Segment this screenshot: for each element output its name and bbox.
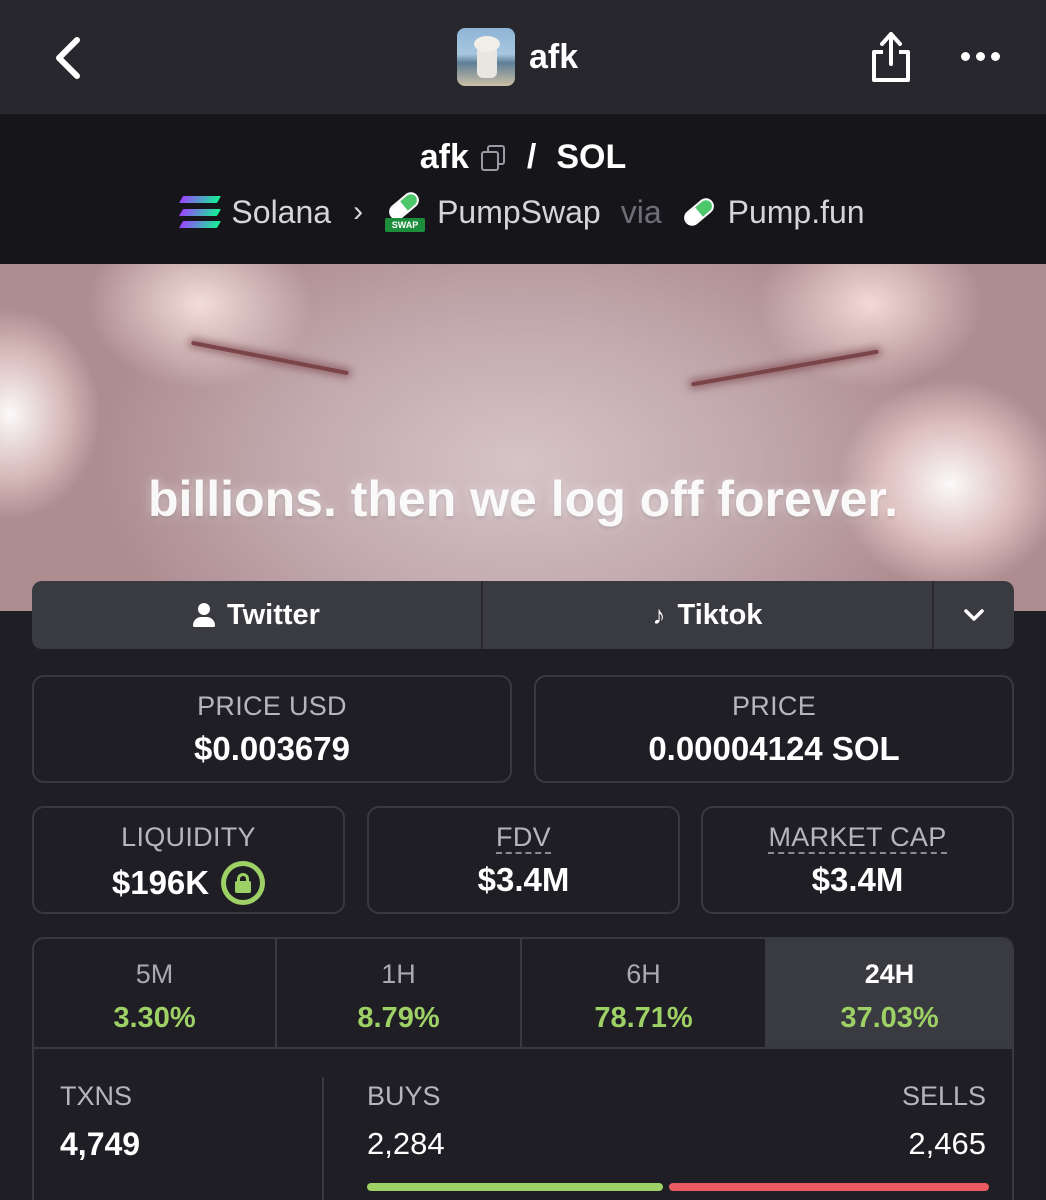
- market-cap-value: $3.4M: [811, 861, 904, 898]
- period-tabs: 5M 3.30% 1H 8.79% 6H 78.71% 24H 37.03%: [34, 939, 1012, 1049]
- more-options-button[interactable]: [952, 36, 1008, 76]
- period-label: 24H: [864, 959, 915, 989]
- price-usd-card: PRICE USD $0.003679: [32, 675, 512, 783]
- period-label: 1H: [381, 959, 416, 989]
- period-change: 78.71%: [594, 1002, 693, 1034]
- liquidity-value: $196K: [111, 864, 210, 901]
- tiktok-button[interactable]: ♪ Tiktok: [483, 581, 934, 649]
- period-change: 3.30%: [113, 1002, 196, 1034]
- base-token: afk: [419, 138, 469, 176]
- twitter-button[interactable]: Twitter: [32, 581, 483, 649]
- pair-separator: /: [526, 138, 537, 176]
- token-avatar: [457, 28, 515, 86]
- twitter-label: Twitter: [227, 598, 320, 631]
- price-usd-label: PRICE USD: [197, 691, 347, 721]
- share-button[interactable]: [866, 28, 916, 86]
- liquidity-card: LIQUIDITY $196K: [32, 806, 345, 914]
- period-stats-panel: 5M 3.30% 1H 8.79% 6H 78.71% 24H 37.03% T…: [32, 937, 1014, 1200]
- banner-caption: billions. then we log off forever.: [147, 471, 899, 527]
- person-icon: [193, 603, 216, 627]
- top-nav-bar: afk: [0, 0, 1046, 114]
- buys-label: BUYS: [367, 1081, 441, 1111]
- period-label: 6H: [626, 959, 661, 989]
- copy-icon[interactable]: [480, 144, 507, 171]
- chevron-down-icon: [964, 609, 984, 621]
- fdv-value: $3.4M: [477, 861, 570, 898]
- period-change: 37.03%: [840, 1002, 939, 1034]
- token-banner-image: billions. then we log off forever.: [0, 264, 1046, 611]
- lock-icon[interactable]: [221, 861, 266, 905]
- solana-icon: [179, 196, 222, 228]
- market-cap-label[interactable]: MARKET CAP: [768, 822, 947, 854]
- pair-header: [0, 114, 1046, 264]
- share-icon: [872, 32, 910, 82]
- period-change: 8.79%: [357, 1002, 440, 1034]
- more-links-button[interactable]: [934, 581, 1014, 649]
- divider: [322, 1077, 324, 1200]
- liquidity-label: LIQUIDITY: [121, 822, 256, 852]
- chain-link[interactable]: Solana: [231, 194, 331, 231]
- tiktok-label: Tiktok: [677, 598, 763, 631]
- transactions-section: TXNS 4,749 BUYS 2,284 SELLS 2,465: [34, 1049, 1012, 1200]
- tiktok-icon: ♪: [652, 599, 666, 630]
- tab-5m[interactable]: 5M 3.30%: [34, 939, 277, 1047]
- token-title[interactable]: afk: [457, 28, 578, 86]
- pair-name: afk / SOL: [0, 138, 1046, 177]
- period-label: 5M: [135, 959, 174, 989]
- chevron-left-icon: [56, 37, 80, 79]
- quote-token: SOL: [556, 138, 627, 176]
- pumpswap-icon: SWAP: [385, 188, 426, 232]
- chevron-right-icon: ›: [353, 195, 364, 228]
- fdv-label[interactable]: FDV: [496, 822, 551, 854]
- buys-value: 2,284: [367, 1126, 445, 1161]
- sells-value: 2,465: [908, 1126, 986, 1161]
- txns-value: 4,749: [60, 1126, 141, 1162]
- buy-ratio-fill: [367, 1183, 663, 1191]
- market-cap-card: MARKET CAP $3.4M: [701, 806, 1014, 914]
- pill-icon: [680, 194, 717, 230]
- fdv-card: FDV $3.4M: [367, 806, 680, 914]
- back-button[interactable]: [40, 30, 96, 86]
- more-horizontal-icon: [960, 51, 970, 61]
- via-label: via: [620, 193, 662, 230]
- sells-label: SELLS: [901, 1081, 986, 1111]
- txns-label: TXNS: [60, 1081, 133, 1111]
- tab-24h[interactable]: 24H 37.03%: [767, 939, 1012, 1047]
- price-label: PRICE: [731, 691, 817, 721]
- dex-link[interactable]: PumpSwap: [437, 194, 601, 231]
- price-native-value: 0.00004124 SOL: [648, 730, 900, 767]
- sell-ratio-fill: [669, 1183, 989, 1191]
- chain-breadcrumb: Solana › SWAP PumpSwap via Pump.fun: [0, 188, 1046, 232]
- launchpad-link[interactable]: Pump.fun: [728, 194, 865, 231]
- token-name: afk: [529, 37, 579, 76]
- tab-1h[interactable]: 1H 8.79%: [277, 939, 522, 1047]
- tab-6h[interactable]: 6H 78.71%: [522, 939, 767, 1047]
- social-links-bar: Twitter ♪ Tiktok: [32, 581, 1014, 649]
- buy-sell-ratio-bar: [367, 1183, 989, 1191]
- price-usd-value: $0.003679: [194, 730, 350, 767]
- price-native-card: PRICE 0.00004124 SOL: [534, 675, 1014, 783]
